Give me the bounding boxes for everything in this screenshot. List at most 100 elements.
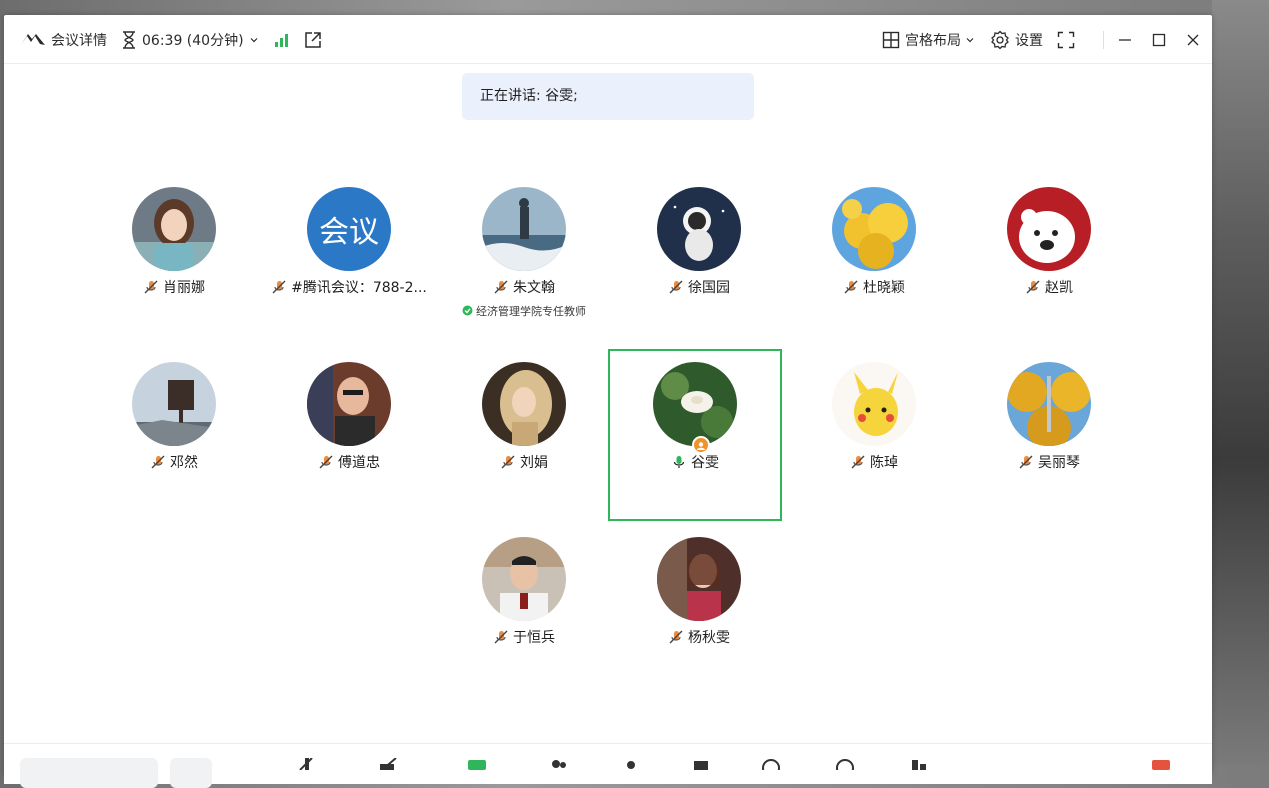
participant-name: 杨秋雯 [688,630,730,646]
participant-tile[interactable]: 肖丽娜 [87,171,261,343]
participant-name-row: 杜晓颖 [787,277,961,297]
chat-icon[interactable] [760,758,782,770]
participant-name: 刘娟 [520,455,548,471]
participant-tile[interactable]: 徐国园 [612,171,786,343]
avatar [1007,362,1091,446]
participant-tile-active-speaker[interactable]: 谷雯 [608,349,782,521]
participant-name: 邓然 [170,455,198,471]
participant-name: 傅道忠 [338,455,380,471]
mic-muted-icon [272,280,286,294]
mic-muted-icon [1019,455,1033,469]
chevron-down-icon [966,38,974,43]
avatar [657,187,741,271]
maximize-icon [1152,33,1166,47]
participant-tile[interactable]: 杨秋雯 [612,521,786,693]
gear-icon [991,30,1009,50]
participant-tile[interactable]: 傅道忠 [262,346,436,518]
avatar-text: 会议 [319,215,379,250]
record-icon[interactable] [690,758,712,770]
participant-tile[interactable]: 陈琸 [787,346,961,518]
mic-muted-icon [1026,280,1040,294]
participant-subtitle-row: 经济管理学院专任教师 [437,303,611,319]
camera-device-button[interactable] [170,758,212,788]
avatar [307,362,391,446]
participant-name: 杜晓颖 [863,280,905,296]
stop-video-icon[interactable] [378,758,400,770]
participant-name-row: 邓然 [87,452,261,472]
meeting-window: 会议详情 06:39 (40分钟) 宫格布局 设置 正在讲话: 谷雯; 肖丽娜 … [4,15,1212,788]
participant-tile[interactable]: 邓然 [87,346,261,518]
participant-name-row: 杨秋雯 [612,627,786,647]
avatar [482,537,566,621]
apps-icon[interactable] [834,758,856,770]
participant-tile[interactable]: 杜晓颖 [787,171,961,343]
share-screen-icon[interactable] [466,758,488,770]
mic-muted-icon [319,455,333,469]
close-button[interactable] [1186,33,1200,47]
participant-tile[interactable]: 会议 #腾讯会议：788-2... [262,171,436,343]
participant-tile[interactable]: 于恒兵 [437,521,611,693]
tencent-meeting-logo-icon [21,34,45,45]
meeting-timer[interactable]: 06:39 (40分钟) [121,30,260,50]
mic-muted-icon [494,630,508,644]
minimize-button[interactable] [1118,33,1132,47]
participant-name: #腾讯会议：788-2... [291,280,427,296]
participant-name: 徐国园 [688,280,730,296]
participant-tile[interactable]: 吴丽琴 [962,346,1136,518]
chevron-down-icon [250,38,257,43]
participant-name: 肖丽娜 [163,280,205,296]
more-icon[interactable] [908,758,930,770]
meeting-details-label: 会议详情 [51,33,107,49]
network-signal-icon[interactable] [274,33,290,47]
participant-name-row: 陈琸 [787,452,961,472]
participant-name-row: 傅道忠 [262,452,436,472]
participant-name: 朱文翰 [513,280,555,296]
grid-layout-icon [882,31,900,49]
maximize-button[interactable] [1152,33,1166,47]
mic-muted-icon [144,280,158,294]
title-bar: 会议详情 06:39 (40分钟) 宫格布局 设置 [4,15,1212,64]
audio-device-button[interactable] [20,758,158,788]
bottom-toolbar [4,743,1212,788]
close-icon [1187,34,1199,46]
layout-button[interactable]: 宫格布局 [882,30,976,50]
participant-subtitle: 经济管理学院专任教师 [476,305,586,318]
fullscreen-button[interactable] [1057,31,1075,49]
avatar [832,362,916,446]
participant-name: 谷雯 [691,455,719,471]
desktop-background [1212,0,1269,765]
layout-label: 宫格布局 [905,33,961,49]
end-meeting-icon[interactable] [1150,758,1172,770]
participant-name-row: 吴丽琴 [962,452,1136,472]
participant-name-row: 谷雯 [610,452,780,472]
share-link-icon[interactable] [304,31,322,49]
participant-name: 赵凯 [1045,280,1073,296]
mic-muted-icon [494,280,508,294]
mic-muted-icon [844,280,858,294]
mic-muted-icon [669,630,683,644]
participant-tile[interactable]: 朱文翰 经济管理学院专任教师 [437,171,611,343]
participant-name-row: 徐国园 [612,277,786,297]
members-icon[interactable] [548,758,570,770]
mic-active-icon [673,456,685,468]
hourglass-icon [123,31,135,49]
titlebar-divider [1103,31,1104,49]
participant-name: 吴丽琴 [1038,455,1080,471]
participant-name-row: 赵凯 [962,277,1136,297]
invite-icon[interactable] [620,758,642,770]
avatar: 会议 [307,187,391,271]
meeting-details-button[interactable]: 会议详情 [20,30,107,50]
mic-muted-icon [851,455,865,469]
settings-button[interactable]: 设置 [990,30,1043,50]
participant-name-row: 于恒兵 [437,627,611,647]
participant-name-row: 朱文翰 [437,277,611,297]
mic-muted-icon [151,455,165,469]
participant-tile[interactable]: 赵凯 [962,171,1136,343]
avatar [482,362,566,446]
mute-mic-icon[interactable] [296,758,318,770]
participant-name-row: 肖丽娜 [87,277,261,297]
avatar [132,362,216,446]
mic-muted-icon [501,455,515,469]
timer-text: 06:39 (40分钟) [142,33,244,49]
participant-tile[interactable]: 刘娟 [437,346,611,518]
